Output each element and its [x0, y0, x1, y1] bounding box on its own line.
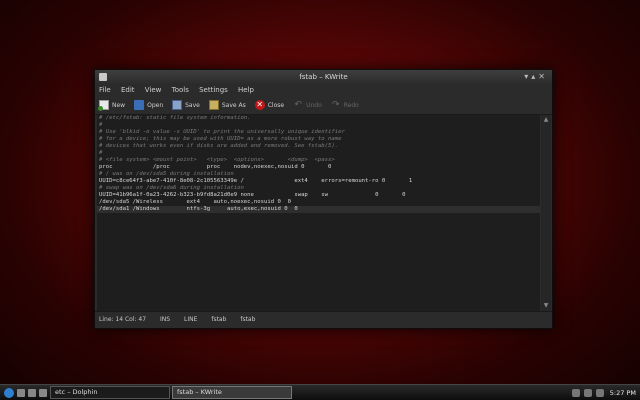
- save-button[interactable]: Save: [172, 100, 200, 110]
- scroll-down-icon[interactable]: ▼: [542, 302, 550, 310]
- main-toolbar: New Open Save Save As ✕ Close ↶ Undo ↷ Redo: [95, 96, 552, 115]
- notifications-icon[interactable]: [595, 388, 604, 397]
- editor-line[interactable]: # <file system> <mount point> <type> <op…: [97, 157, 540, 164]
- save-label: Save: [185, 101, 200, 109]
- kwrite-window: fstab – KWrite ▾▴✕ File Edit View Tools …: [94, 69, 553, 329]
- window-title: fstab – KWrite: [299, 73, 348, 81]
- menu-help[interactable]: Help: [238, 86, 254, 94]
- close-window-icon[interactable]: ✕: [538, 72, 548, 81]
- app-icon[interactable]: [99, 73, 107, 81]
- new-button[interactable]: New: [98, 100, 126, 111]
- editor-line[interactable]: #: [97, 122, 540, 129]
- taskbar: etc – Dolphin fstab – KWrite 5:27 PM: [0, 384, 640, 400]
- open-label: Open: [147, 101, 164, 109]
- close-icon: ✕: [254, 100, 265, 110]
- clock[interactable]: 5:27 PM: [610, 389, 636, 397]
- new-label: New: [112, 101, 126, 109]
- menu-file[interactable]: File: [99, 86, 111, 94]
- editor-line[interactable]: # / was on /dev/sda5 during installation: [97, 171, 540, 178]
- editor-line[interactable]: #: [97, 150, 540, 157]
- close-button[interactable]: ✕ Close: [254, 100, 285, 110]
- close-label: Close: [267, 101, 285, 109]
- selection-mode[interactable]: LINE: [184, 316, 197, 323]
- editor-line[interactable]: UUID=c8ce64f3-abe7-410f-8e08-2c105563349…: [97, 178, 540, 185]
- title-bar[interactable]: fstab – KWrite ▾▴✕: [95, 70, 552, 84]
- file-name: fstab: [240, 316, 256, 323]
- save-as-icon: [208, 100, 219, 110]
- folder-open-icon: [134, 100, 145, 110]
- editor-line[interactable]: # devices that works even if disks are a…: [97, 143, 540, 150]
- task-kwrite[interactable]: fstab – KWrite: [172, 386, 292, 399]
- new-document-icon: [98, 100, 109, 111]
- open-button[interactable]: Open: [134, 100, 163, 110]
- cursor-position: Line: 14 Col: 47: [99, 316, 147, 323]
- menu-bar: File Edit View Tools Settings Help: [95, 84, 552, 96]
- editor-line[interactable]: /dev/sda5 /Wireless ext4 auto,noexec,nos…: [97, 199, 540, 206]
- volume-icon[interactable]: [583, 388, 592, 397]
- editor-line-current[interactable]: /dev/sda1 /Windows ntfs-3g auto,exec,nos…: [97, 206, 540, 213]
- undo-label: Undo: [306, 101, 322, 109]
- save-as-button[interactable]: Save As: [208, 100, 246, 110]
- editor-line[interactable]: # swap was on /dev/sda6 during installat…: [97, 185, 540, 192]
- redo-button[interactable]: ↷ Redo: [331, 100, 359, 110]
- kde-menu-icon[interactable]: [4, 387, 14, 398]
- undo-icon: ↶: [294, 100, 302, 110]
- menu-tools[interactable]: Tools: [172, 86, 189, 94]
- vertical-scrollbar[interactable]: ▲ ▼: [541, 115, 551, 311]
- editor-line[interactable]: UUID=41b96a1f-0a23-4262-b323-b9fd8a21d0e…: [97, 192, 540, 199]
- system-tray: 5:27 PM: [568, 388, 636, 397]
- window-buttons: ▾▴✕: [524, 72, 548, 82]
- text-editor[interactable]: # /etc/fstab: static file system informa…: [97, 115, 540, 311]
- status-bar: Line: 14 Col: 47 INS LINE fstab fstab: [95, 311, 552, 328]
- save-icon: [172, 100, 183, 110]
- menu-edit[interactable]: Edit: [121, 86, 135, 94]
- network-icon[interactable]: [571, 388, 580, 397]
- scroll-up-icon[interactable]: ▲: [542, 116, 550, 124]
- editor-line[interactable]: # /etc/fstab: static file system informa…: [97, 115, 540, 122]
- show-desktop-icon[interactable]: [17, 388, 25, 397]
- terminal-icon[interactable]: [28, 388, 36, 397]
- redo-icon: ↷: [332, 100, 340, 110]
- menu-settings[interactable]: Settings: [199, 86, 228, 94]
- undo-button[interactable]: ↶ Undo: [293, 100, 322, 110]
- task-dolphin[interactable]: etc – Dolphin: [50, 386, 170, 399]
- redo-label: Redo: [343, 101, 359, 109]
- insert-mode[interactable]: INS: [160, 316, 170, 323]
- editor-line[interactable]: # Use 'blkid -o value -s UUID' to print …: [97, 129, 540, 136]
- menu-view[interactable]: View: [145, 86, 162, 94]
- file-type: fstab: [211, 316, 227, 323]
- editor-line[interactable]: proc /proc proc nodev,noexec,nosuid 0 0: [97, 164, 540, 171]
- save-as-label: Save As: [221, 101, 246, 109]
- editor-line[interactable]: # for a device; this may be used with UU…: [97, 136, 540, 143]
- file-manager-icon[interactable]: [39, 388, 47, 397]
